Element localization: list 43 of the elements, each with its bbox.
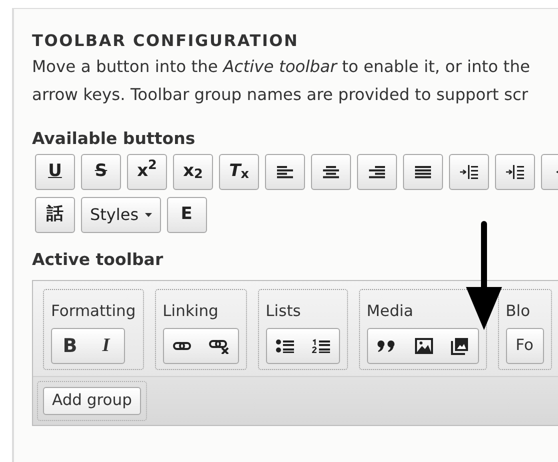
toolbar-button[interactable]: x$_{2}$ xyxy=(173,154,213,190)
toolbar-button[interactable] xyxy=(311,154,351,190)
group-label: Blo xyxy=(506,301,532,322)
group-label: Formatting xyxy=(51,301,136,322)
numbered-list-icon xyxy=(312,339,330,353)
toolbar-button[interactable] xyxy=(403,154,443,190)
unlink-icon xyxy=(208,338,229,354)
dropdown-button[interactable]: Styles xyxy=(81,197,161,233)
toolbar-button[interactable]: U xyxy=(35,154,75,190)
toolbar-button[interactable] xyxy=(414,335,433,357)
section-label: Active toolbar xyxy=(32,249,164,271)
toolbar-button[interactable]: B xyxy=(61,332,79,360)
align-right-icon xyxy=(369,165,385,179)
bullet-list-icon xyxy=(276,339,294,353)
toolbar-button[interactable]: x$^{2}$ xyxy=(127,154,167,190)
toolbar-button[interactable]: E xyxy=(166,197,207,233)
images-icon xyxy=(450,337,469,355)
description-text: arrow keys. Toolbar group names are provided to support scr xyxy=(32,84,530,106)
toolbar-button[interactable] xyxy=(495,154,535,190)
toolbar-button[interactable]: I xyxy=(97,332,115,360)
quote-icon xyxy=(376,340,397,352)
toolbar-button[interactable] xyxy=(450,335,469,357)
caret-icon xyxy=(144,213,152,217)
align-center-icon xyxy=(323,165,339,179)
description-text: Move a button into the Active toolbar to enable it, or into the xyxy=(32,56,532,78)
justify-icon xyxy=(415,165,431,179)
image-icon xyxy=(414,338,433,354)
dropdown-button[interactable]: Fo xyxy=(516,334,534,358)
link-icon xyxy=(172,340,191,352)
indent-icon xyxy=(506,165,524,179)
toolbar-button[interactable] xyxy=(449,154,489,190)
align-left-icon xyxy=(277,165,293,179)
toolbar-button[interactable]: S xyxy=(81,154,121,190)
add-group-button[interactable]: Add group xyxy=(43,387,141,415)
toolbar-button[interactable]: T$_{x}$ xyxy=(219,154,259,190)
group-label: Lists xyxy=(266,301,302,322)
group-label: Media xyxy=(366,301,414,322)
toolbar-button[interactable]: 話 xyxy=(35,197,75,233)
toolbar-button[interactable] xyxy=(357,154,397,190)
group-label: Linking xyxy=(162,301,220,322)
section-label: Available buttons xyxy=(32,128,196,150)
section-title: TOOLBAR CONFIGURATION xyxy=(32,30,300,52)
toolbar-button[interactable] xyxy=(265,154,305,190)
